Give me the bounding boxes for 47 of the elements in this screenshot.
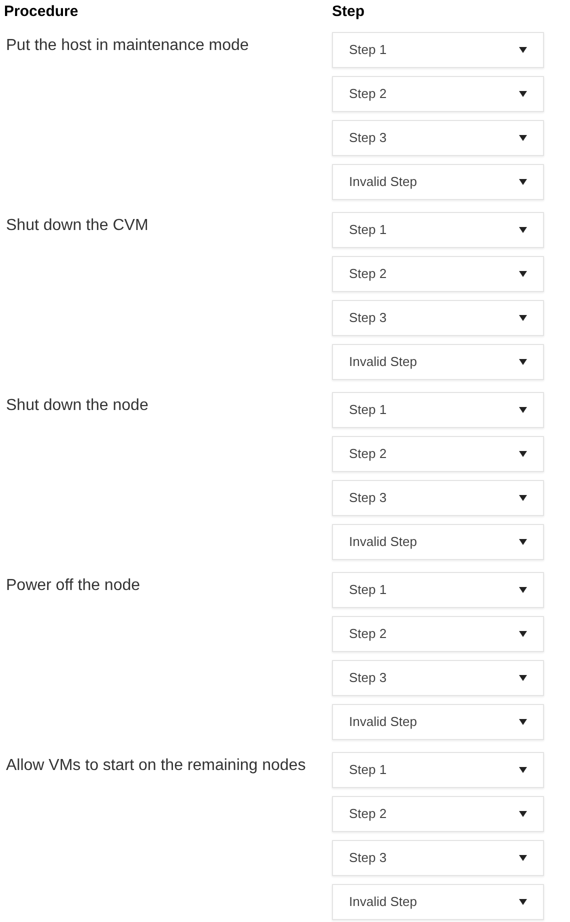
step-dropdown[interactable]: Invalid Step [332,704,544,740]
caret-icon [519,631,527,637]
step-dropdown[interactable]: Step 2 [332,256,544,292]
caret-icon [519,811,527,817]
step-dropdown[interactable]: Step 2 [332,616,544,652]
step-dropdown[interactable]: Step 1 [332,392,544,428]
procedure-label: Shut down the CVM [6,217,148,234]
step-dropdown[interactable]: Step 3 [332,120,544,156]
step-dropdown[interactable]: Step 3 [332,840,544,876]
procedure-label: Allow VMs to start on the remaining nodes [6,757,306,774]
step-dropdown[interactable]: Step 3 [332,480,544,516]
caret-icon [519,675,527,681]
caret-icon [519,271,527,277]
step-dropdown[interactable]: Step 1 [332,752,544,788]
step-dropdown[interactable]: Step 2 [332,436,544,472]
caret-icon [519,539,527,545]
step-dropdown[interactable]: Invalid Step [332,884,544,920]
caret-icon [519,315,527,321]
caret-icon [519,407,527,413]
column-header: Step [332,2,365,22]
caret-icon [519,91,527,97]
caret-icon [519,451,527,457]
caret-icon [519,47,527,53]
step-dropdown[interactable]: Step 1 [332,32,544,68]
caret-icon [519,227,527,233]
step-dropdown[interactable]: Step 3 [332,660,544,696]
step-dropdown[interactable]: Step 1 [332,572,544,608]
caret-icon [519,587,527,593]
caret-icon [519,767,527,773]
step-dropdown[interactable]: Step 2 [332,76,544,112]
caret-icon [519,495,527,501]
caret-icon [519,899,527,905]
step-dropdown[interactable]: Invalid Step [332,524,544,560]
procedure-label: Shut down the node [6,397,148,414]
step-dropdown[interactable]: Invalid Step [332,344,544,380]
step-dropdown[interactable]: Step 3 [332,300,544,336]
column-header: Procedure [3,2,80,22]
step-dropdown[interactable]: Step 1 [332,212,544,248]
step-dropdown[interactable]: Step 2 [332,796,544,832]
caret-icon [519,855,527,861]
caret-icon [519,719,527,725]
caret-icon [519,179,527,185]
procedure-label: Put the host in maintenance mode [6,37,249,54]
caret-icon [519,359,527,365]
step-dropdown[interactable]: Invalid Step [332,164,544,200]
caret-icon [519,135,527,141]
procedure-label: Power off the node [6,577,140,594]
